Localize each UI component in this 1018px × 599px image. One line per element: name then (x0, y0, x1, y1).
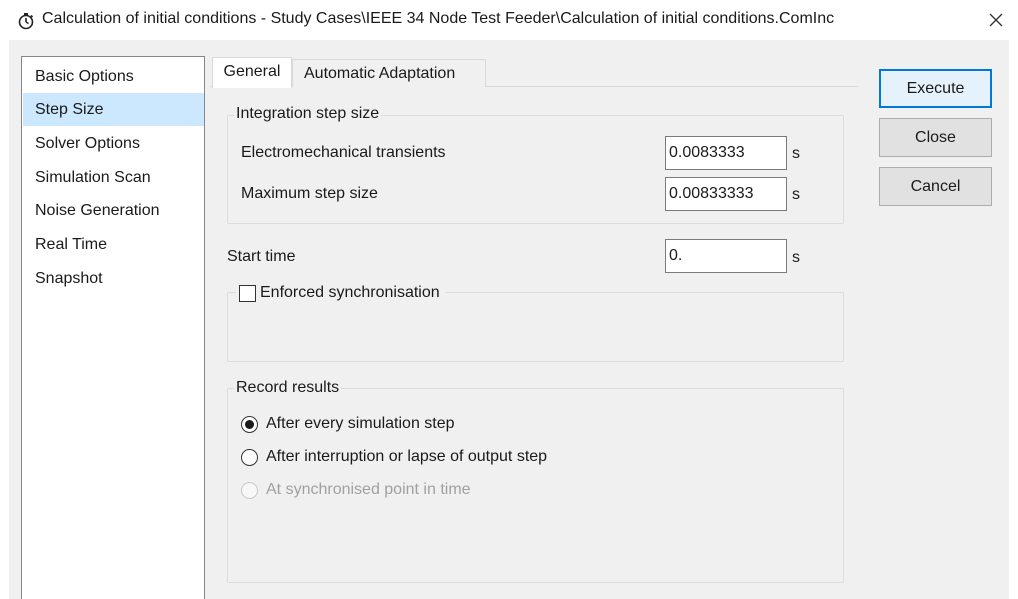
start-time-label: Start time (227, 248, 296, 265)
synchronised-point-radio (241, 482, 258, 499)
electromechanical-transients-field[interactable] (665, 136, 787, 170)
integration-step-size-title: Integration step size (234, 105, 382, 123)
after-every-step-label[interactable]: After every simulation step (266, 415, 455, 433)
sidebar-item-simulation-scan[interactable]: Simulation Scan (23, 161, 204, 194)
options-page-list[interactable]: Basic Options Step Size Solver Options S… (21, 56, 205, 599)
enforced-synchronisation-checkbox[interactable] (239, 285, 256, 302)
sidebar-item-real-time[interactable]: Real Time (23, 228, 204, 261)
after-every-step-radio[interactable] (241, 416, 258, 433)
close-icon[interactable] (982, 6, 1010, 34)
after-interruption-radio[interactable] (241, 449, 258, 466)
close-button[interactable]: Close (879, 118, 992, 157)
sidebar-item-snapshot[interactable]: Snapshot (23, 262, 204, 295)
stopwatch-icon (17, 12, 35, 30)
window-title: Calculation of initial conditions - Stud… (42, 10, 835, 27)
start-time-field[interactable] (665, 239, 787, 273)
synchronised-point-label: At synchronised point in time (266, 481, 471, 498)
sidebar-item-step-size[interactable]: Step Size (23, 93, 204, 126)
after-interruption-label[interactable]: After interruption or lapse of output st… (266, 448, 547, 466)
maximum-step-size-unit: s (792, 186, 800, 203)
electromechanical-transients-label: Electromechanical transients (241, 144, 446, 161)
title-bar: Calculation of initial conditions - Stud… (0, 0, 1018, 40)
sidebar-item-solver-options[interactable]: Solver Options (23, 127, 204, 160)
tab-automatic-adaptation[interactable]: Automatic Adaptation (292, 59, 486, 87)
start-time-unit: s (792, 249, 800, 266)
tab-general[interactable]: General (212, 57, 292, 88)
sidebar-item-basic-options[interactable]: Basic Options (23, 60, 204, 93)
enforced-synchronisation-label[interactable]: Enforced synchronisation (260, 284, 440, 302)
sidebar-item-noise-generation[interactable]: Noise Generation (23, 194, 204, 227)
cancel-button[interactable]: Cancel (879, 167, 992, 206)
execute-button[interactable]: Execute (879, 69, 992, 108)
record-results-title: Record results (234, 379, 342, 397)
electromechanical-transients-unit: s (792, 145, 800, 162)
maximum-step-size-label: Maximum step size (241, 185, 378, 202)
maximum-step-size-field[interactable] (665, 177, 787, 211)
